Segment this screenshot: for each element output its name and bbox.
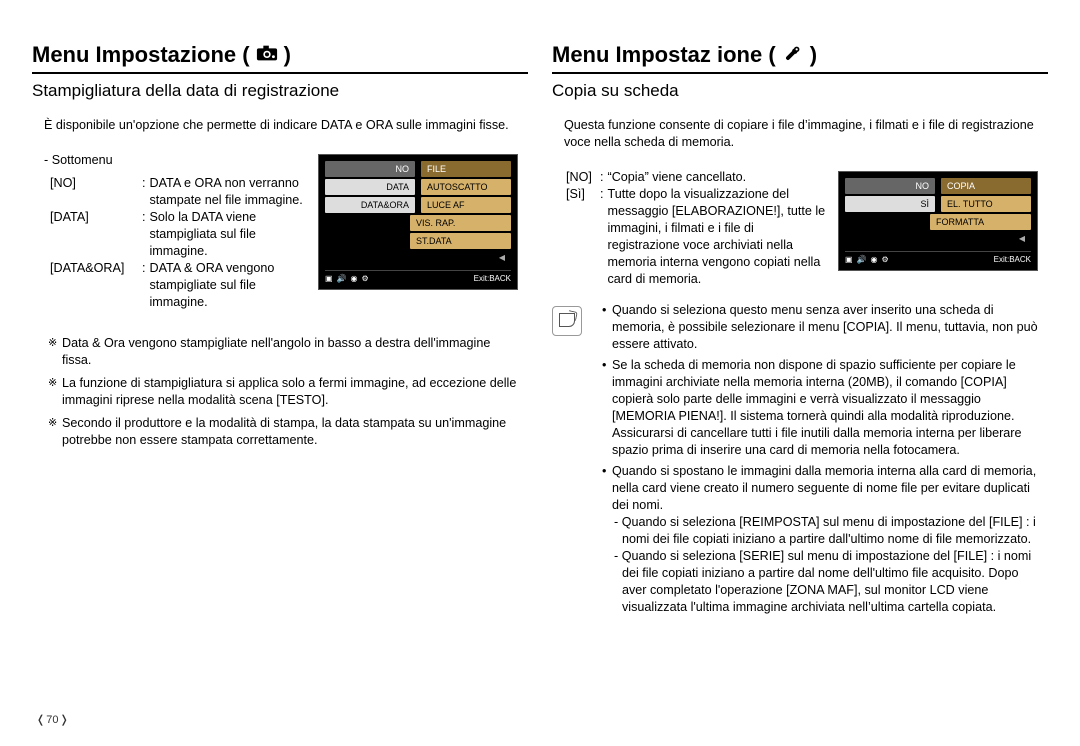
lcd-footer-text: Exit:BACK bbox=[474, 274, 511, 285]
bullet-item: Quando si seleziona questo menu senza av… bbox=[602, 302, 1038, 353]
info-block: Quando si seleziona questo menu senza av… bbox=[552, 302, 1048, 616]
def-val: DATA & ORA vengono stampigliate sul file… bbox=[150, 260, 307, 311]
left-heading: Menu Impostazione ( ) bbox=[32, 40, 528, 74]
left-notes: Data & Ora vengono stampigliate nell'ang… bbox=[48, 335, 518, 449]
note-icon bbox=[552, 306, 582, 336]
lcd-right-item: AUTOSCATTO bbox=[421, 179, 511, 195]
lcd-left-item: NO bbox=[325, 161, 415, 177]
def-val: Tutte dopo la visualizzazione del messag… bbox=[608, 186, 827, 288]
lcd-left-item: NO bbox=[845, 178, 935, 194]
def-val: “Copia” viene cancellato. bbox=[608, 169, 827, 186]
lcd-right-item: EL. TUTTO bbox=[941, 196, 1031, 212]
right-heading-text: Menu Impostaz ione ( bbox=[552, 40, 776, 70]
lcd-left-item: SÌ bbox=[845, 196, 935, 212]
left-heading-close: ) bbox=[284, 40, 291, 70]
def-key: [NO] bbox=[50, 175, 142, 209]
left-lcd: NO FILE DATA AUTOSCATTO DATA&ORA LUCE AF… bbox=[318, 154, 518, 290]
def-key: [NO] bbox=[566, 169, 600, 186]
dash-item: - Quando si seleziona [REIMPOSTA] sul me… bbox=[612, 514, 1038, 548]
right-subheading: Copia su scheda bbox=[552, 80, 1048, 103]
right-heading-close: ) bbox=[810, 40, 817, 70]
note-item: La funzione di stampigliatura si applica… bbox=[48, 375, 518, 409]
left-intro: È disponibile un'opzione che permette di… bbox=[44, 117, 516, 134]
tool-icon bbox=[782, 40, 804, 70]
lcd-arrow: ◀ bbox=[932, 232, 1031, 247]
right-lcd: NO COPIA SÌ EL. TUTTO FORMATTA ◀ ▣🔊◉⚙ Ex… bbox=[838, 171, 1038, 271]
right-column: Menu Impostaz ione ( ) Copia su scheda Q… bbox=[552, 40, 1048, 620]
lcd-right-item: COPIA bbox=[941, 178, 1031, 194]
def-key: [DATA] bbox=[50, 209, 142, 260]
lcd-right-item: LUCE AF bbox=[421, 197, 511, 213]
def-key: [Sì] bbox=[566, 186, 600, 288]
lcd-footer-text: Exit:BACK bbox=[994, 255, 1031, 266]
camera-icon bbox=[256, 40, 278, 70]
dash-item: - Quando si seleziona [SERIE] sul menu d… bbox=[612, 548, 1038, 616]
def-val: Solo la DATA viene stampigliata sul file… bbox=[150, 209, 307, 260]
def-val: DATA e ORA non verranno stampate nel fil… bbox=[150, 175, 307, 209]
lcd-left-item: DATA&ORA bbox=[325, 197, 415, 213]
lcd-right-item: FILE bbox=[421, 161, 511, 177]
left-heading-text: Menu Impostazione ( bbox=[32, 40, 250, 70]
right-intro: Questa funzione consente di copiare i fi… bbox=[564, 117, 1036, 151]
right-heading: Menu Impostaz ione ( ) bbox=[552, 40, 1048, 74]
left-subheading: Stampigliatura della data di registrazio… bbox=[32, 80, 528, 103]
lcd-arrow: ◀ bbox=[412, 251, 511, 266]
lcd-right-item: FORMATTA bbox=[930, 214, 1031, 230]
note-item: Secondo il produttore e la modalità di s… bbox=[48, 415, 518, 449]
note-item: Data & Ora vengono stampigliate nell'ang… bbox=[48, 335, 518, 369]
bullet-text: Quando si spostano le immagini dalla mem… bbox=[612, 464, 1036, 512]
def-key: [DATA&ORA] bbox=[50, 260, 142, 311]
lcd-right-item: ST.DATA bbox=[410, 233, 511, 249]
bullet-item: Se la scheda di memoria non dispone di s… bbox=[602, 357, 1038, 459]
lcd-footer-icons: ▣🔊◉⚙ bbox=[845, 255, 893, 266]
lcd-right-item: VIS. RAP. bbox=[410, 215, 511, 231]
lcd-left-item: DATA bbox=[325, 179, 415, 195]
lcd-footer-icons: ▣🔊◉⚙ bbox=[325, 274, 373, 285]
page-number: 70 bbox=[36, 713, 69, 728]
bullet-item: Quando si spostano le immagini dalla mem… bbox=[602, 463, 1038, 616]
right-bullets: Quando si seleziona questo menu senza av… bbox=[602, 302, 1048, 616]
left-column: Menu Impostazione ( ) Stampigliatura del… bbox=[32, 40, 528, 620]
